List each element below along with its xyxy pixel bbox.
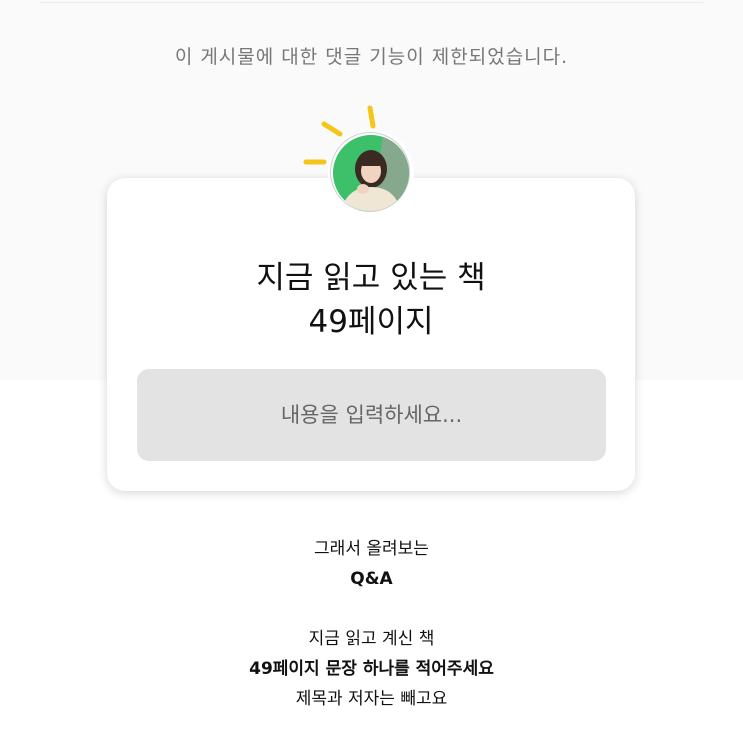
comments-restricted-notice: 이 게시물에 대한 댓글 기능이 제한되었습니다. (174, 46, 569, 68)
question-sticker-card[interactable]: 지금 읽고 있는 책 49페이지 내용을 입력하세요... (107, 178, 635, 491)
answer-input[interactable]: 내용을 입력하세요... (137, 369, 606, 461)
profile-avatar[interactable] (328, 130, 414, 216)
caption-line: 지금 읽고 계신 책 (308, 629, 435, 649)
caption-line: 49페이지 문장 하나를 적어주세요 (249, 659, 494, 679)
post-caption: 그래서 올려보는 Q&A 지금 읽고 계신 책 49페이지 문장 하나를 적어주… (0, 534, 743, 714)
caption-line: Q&A (350, 569, 393, 589)
caption-line: 그래서 올려보는 (314, 539, 429, 559)
question-title: 지금 읽고 있는 책 49페이지 (107, 256, 635, 344)
divider (40, 2, 703, 3)
avatar-photo (333, 135, 409, 211)
caption-line: 제목과 저자는 빼고요 (295, 689, 448, 709)
question-title-line1: 지금 읽고 있는 책 (256, 260, 486, 296)
question-title-line2: 49페이지 (308, 304, 434, 340)
